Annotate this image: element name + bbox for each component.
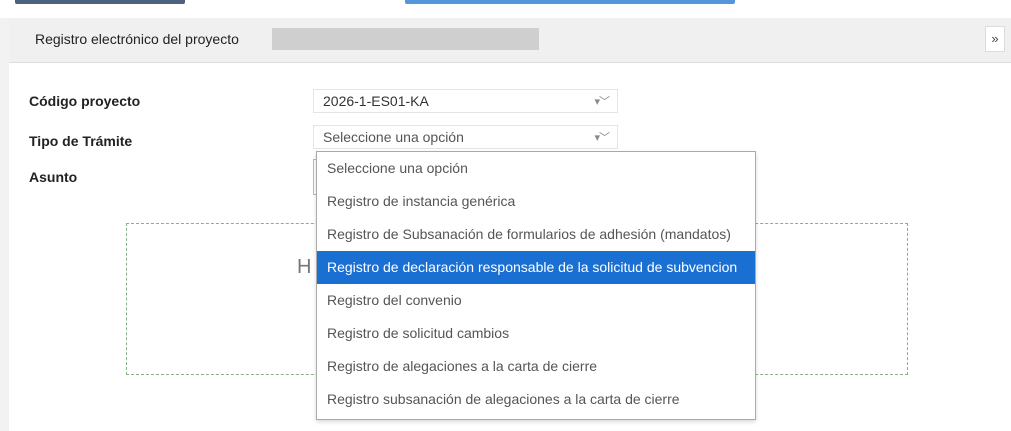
double-chevron-right-icon[interactable]: »	[985, 26, 1005, 52]
background-fragment	[405, 0, 735, 4]
tipo-tramite-dropdown-list: Seleccione una opción Registro de instanc…	[316, 151, 756, 420]
dropdown-option[interactable]: Registro de solicitud cambios	[317, 317, 755, 350]
tipo-tramite-value: Seleccione una opción	[323, 129, 464, 145]
dropdown-option[interactable]: Registro de Subsanación de formularios d…	[317, 218, 755, 251]
codigo-proyecto-label: Código proyecto	[29, 93, 141, 109]
dropdown-option[interactable]: Registro de alegaciones a la carta de ci…	[317, 350, 755, 383]
dropdown-option[interactable]: Registro del convenio	[317, 284, 755, 317]
project-registration-dialog: Registro electrónico del proyecto » Códi…	[9, 18, 1011, 431]
dialog-title: Registro electrónico del proyecto	[35, 31, 239, 47]
dropdown-option[interactable]: Registro subsanación de alegaciones a la…	[317, 383, 755, 416]
dropdown-arrows-icon: ▾﹀	[594, 96, 610, 108]
tipo-tramite-label: Tipo de Trámite	[29, 133, 133, 149]
codigo-proyecto-select[interactable]: 2026-1-ES01-KA ▾﹀	[313, 89, 618, 113]
dialog-header: Registro electrónico del proyecto »	[9, 18, 1011, 63]
background-top-strip	[0, 0, 1011, 18]
codigo-proyecto-value: 2026-1-ES01-KA	[323, 93, 429, 109]
tipo-tramite-select[interactable]: Seleccione una opción ▾﹀	[313, 125, 618, 149]
background-fragment	[15, 0, 185, 4]
dropdown-option[interactable]: Registro de declaración responsable de l…	[317, 251, 755, 284]
dropzone-text: H	[297, 256, 312, 278]
asunto-label: Asunto	[29, 169, 78, 185]
redacted-project-name	[272, 28, 539, 50]
dropdown-option[interactable]: Seleccione una opción	[317, 152, 755, 185]
dropdown-option[interactable]: Registro de instancia genérica	[317, 185, 755, 218]
dropdown-arrows-icon: ▾﹀	[594, 132, 610, 144]
